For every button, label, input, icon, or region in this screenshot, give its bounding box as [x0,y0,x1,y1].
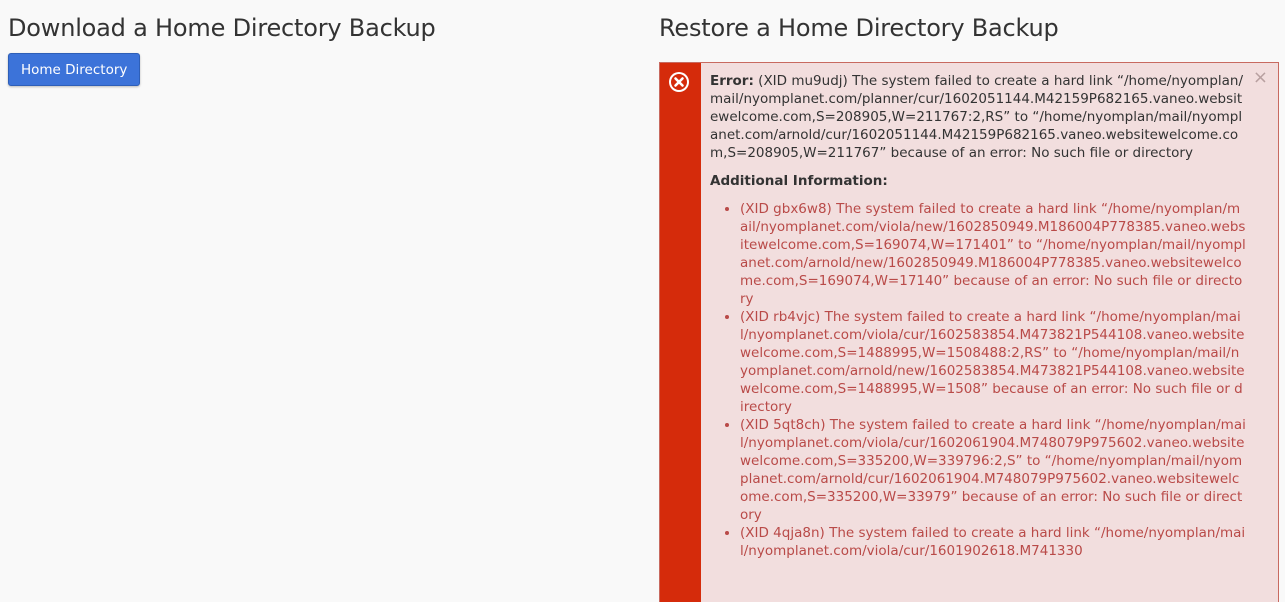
additional-info-list: (XID gbx6w8) The system failed to create… [710,200,1246,560]
error-text: Error: (XID mu9udj) The system failed to… [710,72,1246,162]
alert-stripe [660,63,701,602]
error-label: Error: [710,73,754,89]
list-item: (XID 5qt8ch) The system failed to create… [740,416,1246,524]
alert-body: Error: (XID mu9udj) The system failed to… [710,72,1246,560]
list-item: (XID 4qja8n) The system failed to create… [740,524,1246,560]
download-section: Download a Home Directory Backup Home Di… [8,0,608,86]
list-item: (XID gbx6w8) The system failed to create… [740,200,1246,308]
additional-info-title: Additional Information: [710,173,888,189]
download-title: Download a Home Directory Backup [8,14,436,42]
error-message: (XID mu9udj) The system failed to create… [710,73,1244,161]
x-mark-icon [674,77,684,87]
list-item: (XID rb4vjc) The system failed to create… [740,308,1246,416]
error-alert: × Error: (XID mu9udj) The system failed … [659,62,1279,602]
error-circle-icon [669,72,689,92]
close-alert-icon[interactable]: × [1253,69,1268,87]
home-directory-button[interactable]: Home Directory [8,53,141,86]
restore-title: Restore a Home Directory Backup [659,14,1059,42]
restore-section: Restore a Home Directory Backup × Error:… [659,0,1279,602]
